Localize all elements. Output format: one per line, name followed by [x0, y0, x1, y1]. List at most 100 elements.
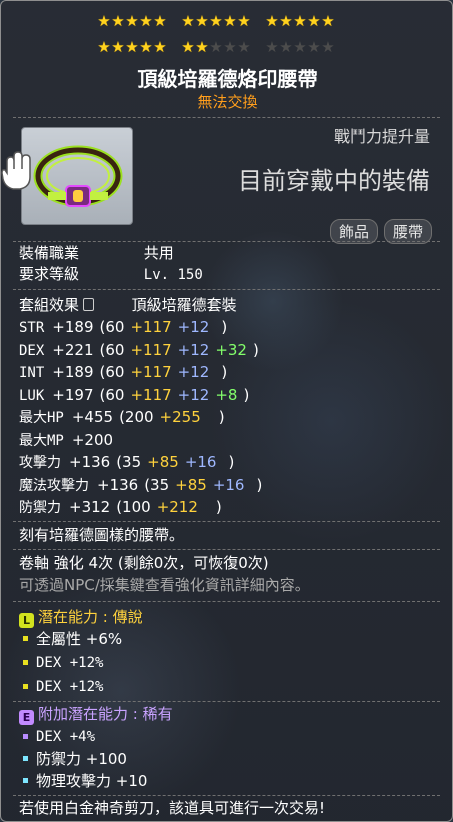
stat-blue: +12 — [177, 340, 210, 359]
stat-name: DEX — [19, 342, 45, 359]
star-group: ★ ★ ★ ★ ★ — [265, 39, 335, 55]
upgrade-note: 可透過NPC/採集鍵查看強化資訊詳細內容。 — [19, 576, 310, 594]
stat-yellow: +117 — [130, 385, 172, 404]
set-name: 頂級培羅德套裝 — [131, 296, 237, 314]
item-tooltip: ★ ★ ★ ★ ★ ★ ★ ★ ★ ★ ★ ★ ★ ★ ★ ★ ★ ★ ★ ★ ★ ★ ★ ★ ★ ★ ★ ★ ★ ★ 頂級培羅… — [0, 0, 453, 822]
star-empty-icon: ★ — [223, 38, 237, 56]
stat-yellow: +117 — [130, 363, 172, 381]
item-name: 頂級培羅德烙印腰帶 — [137, 67, 318, 91]
stat-total: +136 — [97, 475, 139, 494]
stat-yellow: +85 — [147, 453, 179, 471]
star-filled-icon: ★ — [97, 12, 111, 30]
bonus-line: DEX +4% — [19, 727, 95, 747]
stat-total: +189 — [52, 363, 94, 381]
stat-blue: +16 — [212, 475, 245, 494]
stat-blue: +12 — [177, 363, 210, 381]
potential-line: 全屬性 +6% — [19, 629, 122, 649]
stat-name: 魔法攻擊力 — [19, 477, 89, 494]
stat-close: ) — [221, 363, 228, 381]
stat-total: +197 — [52, 385, 94, 404]
set-effect-label: 套組效果 — [19, 296, 80, 314]
star-filled-icon: ★ — [181, 12, 195, 30]
star-empty-icon: ★ — [293, 38, 307, 56]
stat-row: STR +189 (60 +117 +12) — [19, 317, 227, 338]
star-empty-icon: ★ — [307, 38, 321, 56]
star-filled-icon: ★ — [111, 12, 125, 30]
star-filled-icon: ★ — [265, 12, 279, 30]
stat-name: 攻擊力 — [19, 455, 61, 471]
stat-blue: +16 — [184, 453, 217, 471]
star-group: ★ ★ ★ ★ ★ — [265, 13, 335, 29]
stat-row: INT +189 (60 +117 +12) — [19, 362, 227, 383]
stat-blue: +12 — [177, 318, 210, 336]
bonus-potential-header: E 附加潛在能力 : 稀有 — [19, 704, 173, 725]
set-effect-row[interactable]: 套組效果 頂級培羅德套裝 — [19, 295, 237, 315]
stat-green: +8 — [215, 385, 238, 404]
bullet-icon — [23, 659, 28, 665]
level-value: Lv. 150 — [143, 267, 203, 283]
level-label: 要求等級 — [19, 265, 80, 283]
stat-yellow: +255 — [159, 408, 201, 426]
stat-name: 防禦力 — [19, 500, 61, 516]
bullet-icon — [23, 636, 28, 641]
trade-status: 無法交換 — [197, 93, 258, 111]
stat-yellow: +212 — [156, 498, 198, 516]
stat-base: (100 — [116, 498, 151, 516]
star-filled-icon: ★ — [279, 12, 293, 30]
star-filled-icon: ★ — [125, 38, 139, 56]
lock-icon — [83, 298, 95, 311]
star-filled-icon: ★ — [209, 12, 223, 30]
potential-title: 潛在能力 : 傳說 — [38, 608, 143, 626]
bonus-potential-title: 附加潛在能力 : 稀有 — [38, 705, 173, 723]
epic-icon: E — [19, 710, 34, 725]
star-filled-icon: ★ — [237, 12, 251, 30]
potential-line-text: 全屬性 +6% — [36, 630, 123, 648]
stat-row: 最大HP +455 (200 +255) — [19, 407, 225, 428]
potential-line: DEX +12% — [19, 653, 103, 673]
star-group: ★ ★ ★ ★ ★ — [97, 13, 167, 29]
stat-close: ) — [221, 318, 228, 336]
star-filled-icon: ★ — [321, 12, 335, 30]
stat-total: +221 — [52, 340, 94, 359]
bonus-line-text: 防禦力 +100 — [36, 750, 127, 768]
stat-row: 魔法攻擊力 +136 (35 +85 +16) — [19, 475, 262, 496]
star-filled-icon: ★ — [293, 12, 307, 30]
stat-base: (60 — [99, 385, 125, 404]
star-force-row-2: ★ ★ ★ ★ ★ ★ ★ ★ ★ ★ ★ ★ ★ ★ ★ — [97, 39, 349, 55]
star-filled-icon: ★ — [223, 12, 237, 30]
potential-header: L 潛在能力 : 傳說 — [19, 607, 143, 628]
star-filled-icon: ★ — [139, 12, 153, 30]
stat-row: 攻擊力 +136 (35 +85 +16) — [19, 452, 234, 473]
star-filled-icon: ★ — [153, 38, 167, 56]
stat-name: 最大MP — [19, 432, 64, 449]
stat-name: 最大HP — [19, 410, 64, 426]
divider — [13, 549, 440, 551]
stat-row: 最大MP +200 — [19, 430, 143, 451]
star-filled-icon: ★ — [195, 38, 209, 56]
star-filled-icon: ★ — [97, 38, 111, 56]
bullet-icon — [23, 733, 28, 739]
stat-close: ) — [256, 475, 263, 494]
star-empty-icon: ★ — [209, 38, 223, 56]
stat-blue: +12 — [177, 385, 210, 404]
stat-base: (60 — [99, 318, 125, 336]
potential-line: DEX +12% — [19, 677, 103, 697]
bonus-line-text: DEX +4% — [36, 729, 96, 745]
bonus-line: 物理攻擊力 +10 — [19, 771, 147, 791]
star-force-row-1: ★ ★ ★ ★ ★ ★ ★ ★ ★ ★ ★ ★ ★ ★ ★ — [97, 13, 349, 29]
stat-total: +312 — [69, 498, 111, 516]
star-filled-icon: ★ — [139, 38, 153, 56]
bonus-line-text: 物理攻擊力 +10 — [36, 772, 148, 790]
divider — [13, 601, 440, 603]
stat-name: LUK — [19, 387, 45, 404]
stat-total: +189 — [52, 318, 94, 336]
job-row: 裝備職業 共用 — [19, 243, 174, 263]
star-empty-icon: ★ — [237, 38, 251, 56]
stat-base: (35 — [116, 453, 142, 471]
bullet-icon — [23, 778, 28, 783]
stat-yellow: +85 — [175, 475, 207, 494]
star-filled-icon: ★ — [125, 12, 139, 30]
stat-row: 防禦力 +312 (100 +212) — [19, 497, 222, 518]
stat-row: DEX +221 (60 +117 +12 +32) — [19, 340, 259, 361]
level-row: 要求等級 Lv. 150 — [19, 264, 203, 285]
